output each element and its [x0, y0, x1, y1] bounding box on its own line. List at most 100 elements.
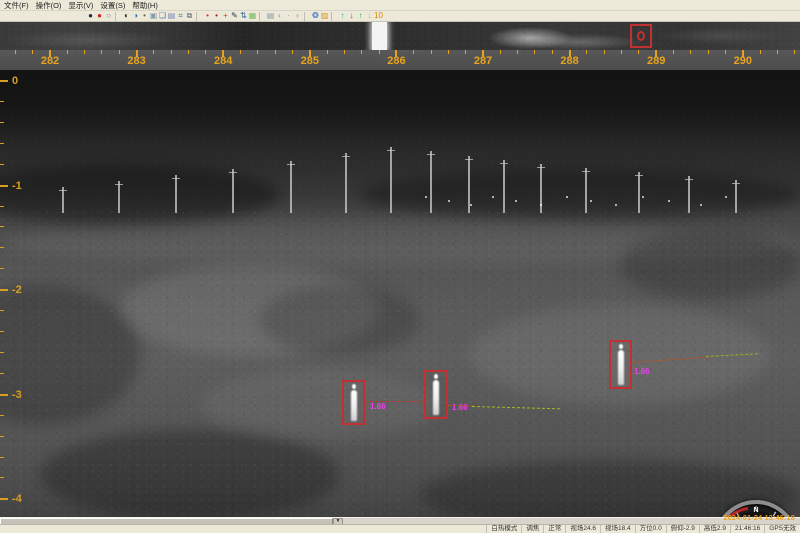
elevation-major-tick [0, 80, 8, 82]
panorama-strip[interactable] [0, 22, 800, 50]
utility-pole [503, 160, 505, 213]
center-dot-icon[interactable]: · [284, 11, 293, 21]
arrow-down-yellow-icon[interactable]: ↓ [365, 11, 374, 21]
marker-red-icon[interactable]: • [203, 11, 212, 21]
azimuth-label-283: 283 [127, 55, 145, 67]
crosshair-icon[interactable]: + [221, 11, 230, 21]
settings-gear-icon[interactable]: ❂ [311, 11, 320, 21]
ruler-minor-tick [379, 50, 380, 54]
palette-icon[interactable]: ▣ [149, 11, 158, 21]
person-head [352, 384, 356, 389]
status-item-3: 正常 [543, 525, 565, 533]
status-item-8: 高低2.9 [699, 525, 730, 533]
ruler-minor-tick [327, 50, 328, 54]
arrow-up-teal-icon[interactable]: ↑ [338, 11, 347, 21]
ruler-minor-tick [604, 50, 605, 54]
measure-icon[interactable]: ⌗ [176, 11, 185, 21]
horizon-light [515, 200, 517, 202]
horizon-light [700, 204, 702, 206]
ruler-minor-tick [500, 50, 501, 54]
folder-icon[interactable]: ▨ [320, 11, 329, 21]
next-icon[interactable]: › [293, 11, 302, 21]
dot-icon[interactable]: • [140, 11, 149, 21]
compass-north-label: N [753, 507, 758, 514]
stop-icon[interactable]: ○ [104, 11, 113, 21]
ruler-minor-tick [32, 50, 33, 54]
status-item-7: 俯仰-2.9 [666, 525, 699, 533]
zoom-level-label[interactable]: 10 [374, 11, 383, 21]
elevation-minor-tick [0, 122, 4, 123]
status-item-4: 视场24.6 [565, 525, 600, 533]
frame-count-icon[interactable]: ⧉ [185, 11, 194, 21]
elevation-minor-tick [0, 352, 4, 353]
ruler-minor-tick [725, 50, 726, 54]
panorama-target-marker[interactable] [630, 24, 652, 48]
person-body [351, 390, 357, 421]
ruler-minor-tick [101, 50, 102, 54]
menu-item-2[interactable]: 操作(O) [36, 0, 62, 11]
toolbar-separator [331, 12, 336, 21]
menu-item-1[interactable]: 文件(F) [4, 0, 29, 11]
status-item-1: 白热模式 [486, 525, 521, 533]
horizon-light [566, 196, 568, 198]
elevation-minor-tick [0, 226, 4, 227]
menu-item-4[interactable]: 设置(S) [100, 0, 125, 11]
marker-dark-icon[interactable]: • [212, 11, 221, 21]
arrow-up-green-icon[interactable]: ↑ [356, 11, 365, 21]
clipboard-icon[interactable]: ▤ [266, 11, 275, 21]
utility-pole [62, 187, 64, 213]
detection-box-1[interactable] [342, 380, 365, 425]
power-icon[interactable]: ● [86, 11, 95, 21]
ruler-minor-tick [552, 50, 553, 54]
azimuth-label-285: 285 [301, 55, 319, 67]
utility-pole [735, 180, 737, 213]
horizon-light [642, 196, 644, 198]
ruler-minor-tick [517, 50, 518, 54]
ruler-minor-tick [344, 50, 345, 54]
elevation-minor-tick [0, 373, 4, 374]
contrast-icon[interactable]: ◐ [122, 11, 131, 21]
azimuth-label-282: 282 [41, 55, 59, 67]
panorama-bright-band [372, 22, 387, 50]
ruler-minor-tick [188, 50, 189, 54]
horizontal-scrollbar[interactable]: ▼ [0, 517, 800, 524]
detection-box-2[interactable] [424, 370, 448, 419]
ruler-minor-tick [794, 50, 795, 54]
utility-pole [290, 161, 292, 213]
azimuth-label-289: 289 [647, 55, 665, 67]
ground-texture [0, 210, 800, 517]
utility-pole [175, 175, 177, 213]
elevation-major-tick [0, 394, 8, 396]
status-item-6: 方位0.0 [635, 525, 666, 533]
swap-icon[interactable]: ⇅ [239, 11, 248, 21]
image-icon[interactable]: ▤ [167, 11, 176, 21]
menu-item-3[interactable]: 显示(V) [68, 0, 93, 11]
elevation-minor-tick [0, 143, 4, 144]
layers-icon[interactable]: ❏ [158, 11, 167, 21]
draw-icon[interactable]: ✎ [230, 11, 239, 21]
prev-icon[interactable]: ‹ [275, 11, 284, 21]
record-icon[interactable]: ● [95, 11, 104, 21]
horizon-light [425, 196, 427, 198]
panorama-texture [0, 22, 800, 50]
ruler-minor-tick [292, 50, 293, 54]
elevation-minor-tick [0, 457, 4, 458]
azimuth-ruler: 282283284285286287288289290 [0, 50, 800, 70]
toolbar-separator [196, 12, 201, 21]
elevation-label-0: 0 [12, 75, 18, 87]
arrow-down-red-icon[interactable]: ↓ [347, 11, 356, 21]
thermal-main-view[interactable]: 0-1-2-3-4 1.661.661.66 N 90 180 270 [0, 70, 800, 517]
ruler-minor-tick [171, 50, 172, 54]
brightness-icon[interactable]: ◑ [131, 11, 140, 21]
utility-pole [345, 153, 347, 213]
azimuth-label-286: 286 [387, 55, 405, 67]
area-icon[interactable]: ▦ [248, 11, 257, 21]
ruler-minor-tick [534, 50, 535, 54]
ruler-minor-tick [275, 50, 276, 54]
elevation-minor-tick [0, 415, 4, 416]
ruler-minor-tick [760, 50, 761, 54]
status-bar: 白热模式调焦正常视场24.6视场18.4方位0.0俯仰-2.9高低2.921:4… [0, 524, 800, 533]
menu-item-5[interactable]: 帮助(H) [132, 0, 157, 11]
ruler-minor-tick [621, 50, 622, 54]
detection-box-3[interactable] [609, 340, 632, 389]
